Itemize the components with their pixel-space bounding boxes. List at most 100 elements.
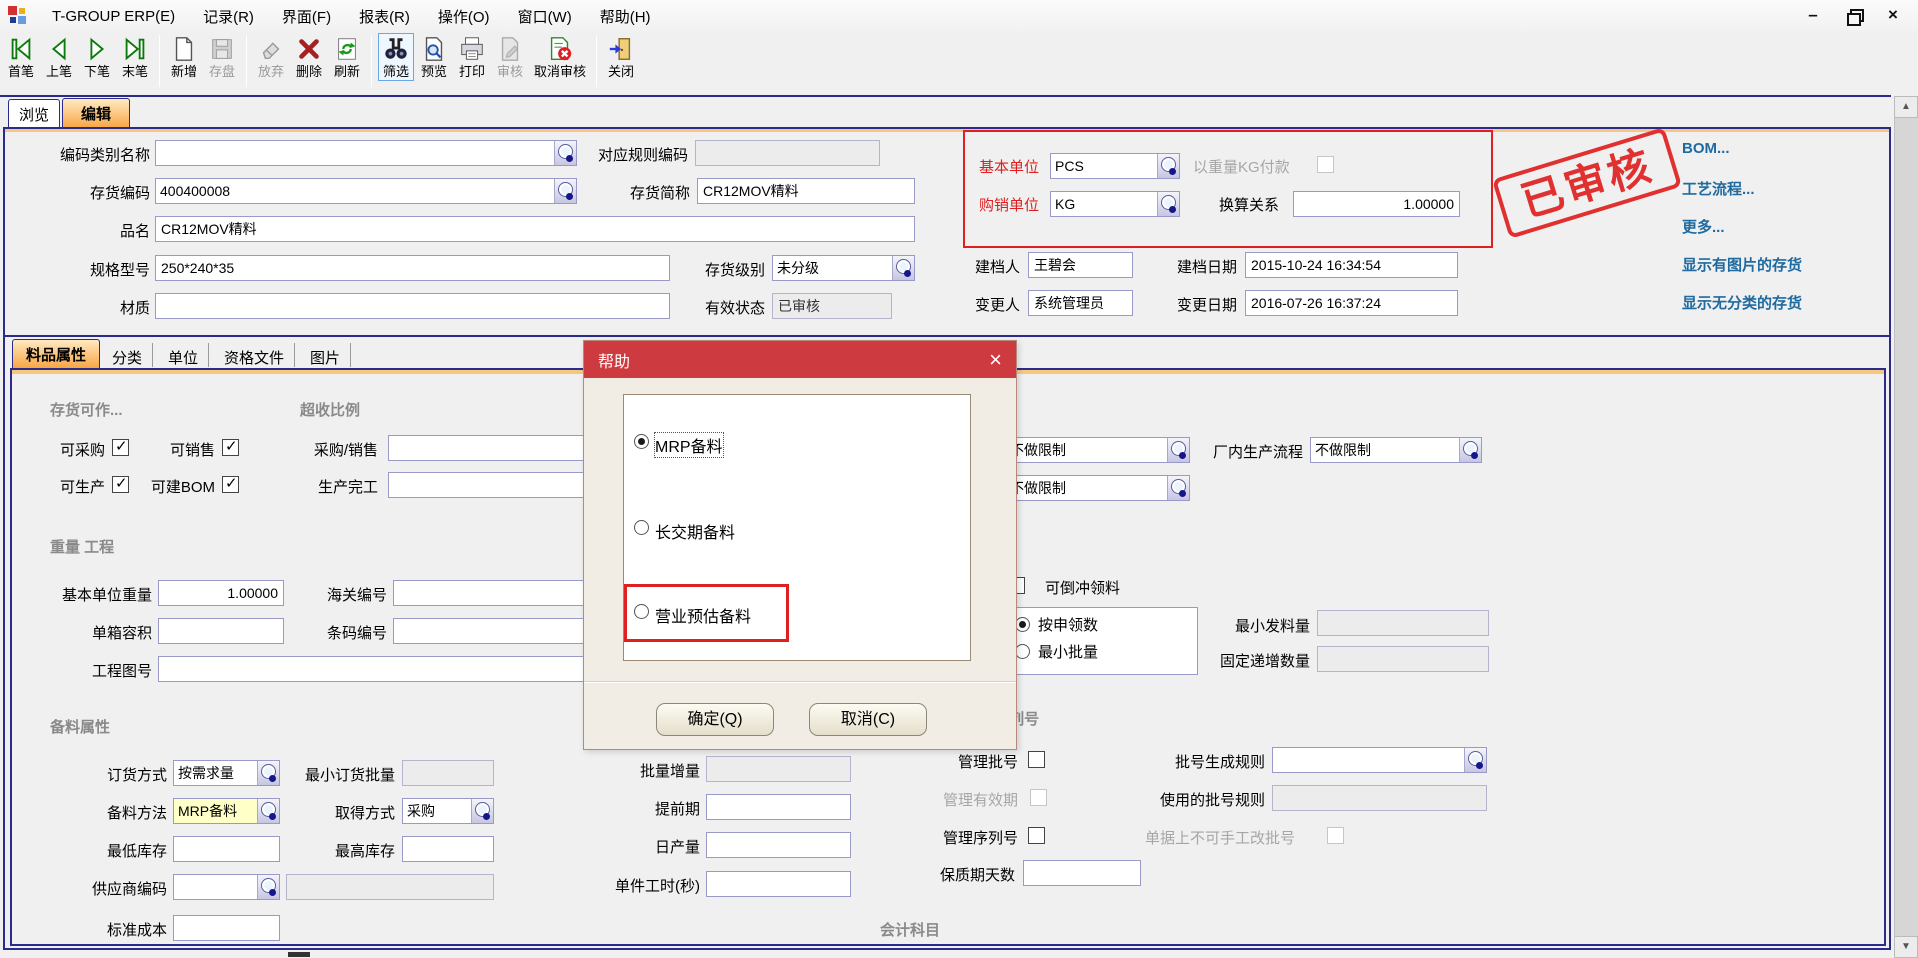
batch-rule-combo[interactable] (1272, 747, 1487, 773)
scroll-down-icon[interactable]: ▼ (1894, 936, 1918, 958)
conversion-field[interactable]: 1.00000 (1293, 191, 1460, 217)
min-batch-radio[interactable] (1015, 644, 1030, 659)
min-stock-field[interactable] (173, 836, 280, 862)
more-link[interactable]: 更多... (1682, 216, 1725, 237)
new-button[interactable]: 新增 (166, 33, 202, 81)
shelf-days-field[interactable] (1023, 860, 1141, 886)
lookup-icon[interactable] (554, 141, 576, 165)
lookup-icon[interactable] (257, 761, 279, 785)
scroll-up-icon[interactable]: ▲ (1894, 96, 1918, 118)
last-record-button[interactable]: 末笔 (117, 33, 153, 81)
next-record-button[interactable]: 下笔 (79, 33, 115, 81)
base-unit-weight-field[interactable]: 1.00000 (158, 580, 284, 606)
prep-method-combo[interactable]: MRP备料 (173, 798, 280, 824)
trade-unit-label: 购销单位 (977, 196, 1039, 215)
purchase-sale-ratio-field[interactable] (388, 435, 588, 461)
lookup-icon[interactable] (892, 256, 914, 280)
process-flow-link[interactable]: 工艺流程... (1682, 178, 1755, 199)
preview-button[interactable]: 预览 (416, 33, 452, 81)
tab-qualification[interactable]: 资格文件 (214, 343, 295, 367)
window-close-icon[interactable]: × (1882, 4, 1904, 26)
sellable-checkbox[interactable] (222, 439, 239, 456)
dialog-ok-button[interactable]: 确定(Q) (656, 703, 774, 736)
tab-edit[interactable]: 编辑 (62, 98, 130, 128)
lookup-icon[interactable] (257, 875, 279, 899)
status-field: 已审核 (772, 293, 892, 319)
by-request-radio[interactable] (1015, 617, 1030, 632)
window-restore-icon[interactable] (1842, 4, 1864, 26)
manage-batch-checkbox[interactable] (1028, 751, 1045, 768)
grade-combo[interactable]: 未分级 (772, 255, 915, 281)
tab-unit[interactable]: 单位 (158, 343, 209, 367)
box-volume-field[interactable] (158, 618, 284, 644)
menu-interface[interactable]: 界面(F) (268, 2, 345, 31)
drawing-no-field[interactable] (158, 656, 598, 682)
show-unclassified-link[interactable]: 显示无分类的存货 (1682, 292, 1802, 313)
lookup-icon[interactable] (1167, 438, 1189, 462)
long-leadtime-option-radio[interactable] (634, 520, 649, 535)
tab-item-attrs[interactable]: 料品属性 (12, 339, 100, 368)
factory-flow-combo[interactable]: 不做限制 (1310, 437, 1482, 463)
menu-operate[interactable]: 操作(O) (424, 2, 504, 31)
lookup-icon[interactable] (1464, 748, 1486, 772)
material-field[interactable] (155, 293, 670, 319)
print-button[interactable]: 打印 (454, 33, 490, 81)
order-method-combo[interactable]: 按需求量 (173, 760, 280, 786)
code-category-combo[interactable] (155, 140, 577, 166)
limit2-combo[interactable]: 不做限制 (1005, 475, 1190, 501)
show-with-images-link[interactable]: 显示有图片的存货 (1682, 254, 1802, 275)
daily-output-field[interactable] (706, 832, 851, 858)
lookup-icon[interactable] (554, 179, 576, 203)
menu-record[interactable]: 记录(R) (189, 2, 268, 31)
refresh-button[interactable]: 刷新 (329, 33, 365, 81)
cancel-audit-button[interactable]: 取消审核 (530, 33, 590, 81)
base-unit-combo[interactable]: PCS (1050, 153, 1180, 179)
window-minimize-icon[interactable]: – (1802, 4, 1824, 26)
bom-allowed-checkbox[interactable] (222, 476, 239, 493)
menu-window[interactable]: 窗口(W) (504, 2, 586, 31)
unit-time-field[interactable] (706, 871, 851, 897)
bom-link[interactable]: BOM... (1682, 140, 1730, 157)
menu-app[interactable]: T-GROUP ERP(E) (38, 4, 189, 29)
tab-browse[interactable]: 浏览 (8, 99, 60, 128)
long-leadtime-option-label[interactable]: 长交期备料 (655, 519, 735, 543)
lead-time-field[interactable] (706, 794, 851, 820)
lookup-icon[interactable] (1157, 154, 1179, 178)
spec-field[interactable]: 250*240*35 (155, 255, 670, 281)
close-button[interactable]: 关闭 (603, 33, 639, 81)
limit1-combo[interactable]: 不做限制 (1005, 437, 1190, 463)
lookup-icon[interactable] (1157, 192, 1179, 216)
lookup-icon[interactable] (1459, 438, 1481, 462)
acquire-method-combo[interactable]: 采购 (402, 798, 494, 824)
producible-checkbox[interactable] (112, 476, 129, 493)
tab-image[interactable]: 图片 (300, 343, 351, 367)
trade-unit-combo[interactable]: KG (1050, 191, 1180, 217)
lookup-icon[interactable] (1167, 476, 1189, 500)
product-name-field[interactable]: CR12MOV精料 (155, 216, 915, 242)
purchasable-checkbox[interactable] (112, 439, 129, 456)
vertical-scrollbar[interactable] (1894, 96, 1918, 958)
tab-category[interactable]: 分类 (102, 343, 153, 367)
max-stock-field[interactable] (402, 836, 494, 862)
filter-button[interactable]: 筛选 (378, 33, 414, 81)
toolbar-divider (0, 95, 1891, 97)
manage-serial-checkbox[interactable] (1028, 827, 1045, 844)
barcode-field[interactable] (393, 618, 588, 644)
menu-help[interactable]: 帮助(H) (586, 2, 665, 31)
first-record-button[interactable]: 首笔 (3, 33, 39, 81)
mrp-option-radio[interactable] (634, 434, 649, 449)
std-cost-field[interactable] (173, 915, 280, 941)
prev-record-button[interactable]: 上笔 (41, 33, 77, 81)
dialog-cancel-button[interactable]: 取消(C) (809, 703, 927, 736)
lookup-icon[interactable] (471, 799, 493, 823)
delete-button[interactable]: 删除 (291, 33, 327, 81)
customs-code-field[interactable] (393, 580, 588, 606)
item-short-name-field[interactable]: CR12MOV精料 (697, 178, 915, 204)
item-code-combo[interactable]: 400400008 (155, 178, 577, 204)
supplier-code-combo[interactable] (173, 874, 280, 900)
dialog-close-icon[interactable]: × (989, 349, 1002, 371)
production-done-ratio-field[interactable] (388, 472, 588, 498)
lookup-icon[interactable] (257, 799, 279, 823)
menu-report[interactable]: 报表(R) (345, 2, 424, 31)
mrp-option-label[interactable]: MRP备料 (655, 433, 723, 457)
